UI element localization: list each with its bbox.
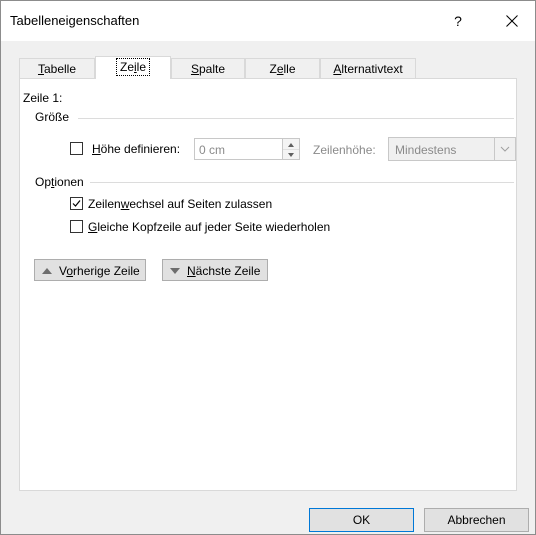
spin-buttons (282, 139, 299, 159)
window-title: Tabelleneigenschaften (10, 13, 140, 28)
row-heading: Zeile 1: (23, 91, 63, 105)
tab-tabelle-label: Tabelle (37, 62, 77, 76)
tab-zelle[interactable]: Zelle (245, 58, 320, 78)
allow-break-label: Zeilenwechsel auf Seiten zulassen (88, 197, 273, 211)
allow-break-checkbox[interactable] (70, 197, 83, 210)
tab-zeile-label: Zeile (115, 58, 151, 76)
triangle-up-icon (42, 268, 52, 274)
height-value: 0 cm (199, 143, 226, 157)
height-spinner[interactable]: 0 cm (194, 138, 300, 160)
ok-button[interactable]: OK (309, 508, 414, 532)
tab-zeile[interactable]: Zeile (95, 56, 171, 79)
options-group-divider (90, 182, 514, 183)
title-bar: Tabelleneigenschaften ? (1, 1, 535, 41)
tab-zelle-label: Zelle (269, 62, 296, 76)
row-height-mode-select[interactable]: Mindestens (388, 137, 516, 161)
define-height-label: Höhe definieren: (92, 142, 181, 156)
define-height-checkbox[interactable] (70, 142, 83, 155)
next-row-button[interactable]: Nächste Zeile (162, 259, 268, 281)
tab-tabelle[interactable]: Tabelle (19, 58, 95, 78)
checkmark-icon (72, 200, 81, 207)
close-button[interactable] (497, 9, 527, 33)
spin-down-icon (288, 153, 294, 157)
options-group-label: Optionen (35, 175, 84, 189)
tab-spalte-label: Spalte (190, 62, 226, 76)
triangle-down-icon (170, 268, 180, 274)
repeat-header-label: Gleiche Kopfzeile auf jeder Seite wieder… (88, 220, 331, 234)
row-height-mode-value: Mindestens (395, 143, 457, 157)
tab-alternativtext[interactable]: Alternativtext (320, 58, 416, 78)
chevron-down-icon (500, 146, 510, 152)
size-group-divider (78, 118, 514, 119)
tab-spalte[interactable]: Spalte (171, 58, 245, 78)
select-arrow (494, 138, 515, 160)
cancel-button[interactable]: Abbrechen (424, 508, 529, 532)
size-group-label: Größe (35, 110, 70, 124)
spin-down-button[interactable] (283, 149, 299, 159)
row-height-label: Zeilenhöhe: (313, 143, 376, 157)
row-tab-panel: Zeile 1: Größe Höhe definieren: 0 cm Zei… (19, 78, 517, 491)
next-row-label: Nächste Zeile (187, 264, 261, 278)
close-icon (506, 15, 518, 27)
repeat-header-checkbox[interactable] (70, 220, 83, 233)
table-properties-dialog: Tabelleneigenschaften ? Tabelle Zeile Sp… (0, 0, 536, 535)
tab-alternativtext-label: Alternativtext (333, 62, 403, 76)
help-button[interactable]: ? (443, 9, 473, 33)
previous-row-button[interactable]: Vorherige Zeile (34, 259, 146, 281)
previous-row-label: Vorherige Zeile (59, 264, 140, 278)
